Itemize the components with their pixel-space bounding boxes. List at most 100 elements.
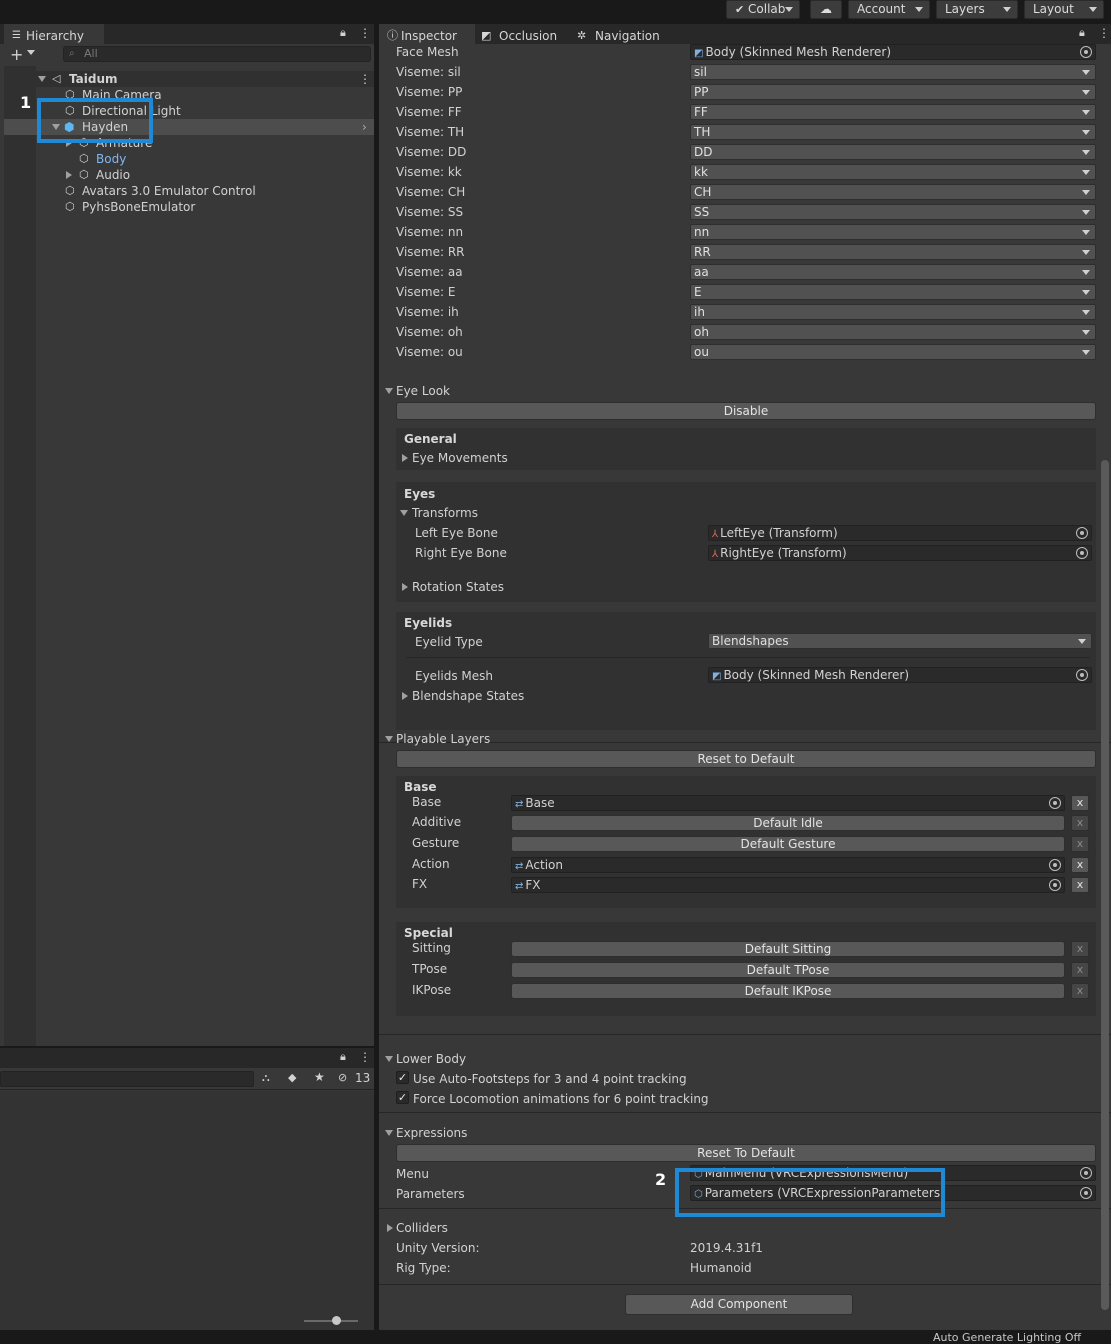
force-locomotion-checkbox[interactable]: ✓: [396, 1091, 409, 1104]
layer-controller-field[interactable]: ⇄ Base: [511, 795, 1065, 811]
clear-layer-button[interactable]: x: [1071, 795, 1089, 811]
eye-look-header[interactable]: Eye Look: [396, 383, 450, 399]
object-picker-icon[interactable]: [1076, 547, 1088, 559]
viseme-dropdown[interactable]: DD: [690, 144, 1096, 160]
clear-layer-button[interactable]: x: [1071, 941, 1089, 957]
tree-row-scene[interactable]: ◁ Taidum ⋮: [4, 71, 374, 87]
chevron-down-icon[interactable]: [27, 50, 35, 55]
kebab-menu-icon[interactable]: ⋮: [359, 71, 371, 87]
face-mesh-field[interactable]: ◩ Body (Skinned Mesh Renderer): [690, 44, 1096, 60]
fold-arrow-icon[interactable]: [402, 583, 408, 591]
tree-row-audio[interactable]: ⬡ Audio: [4, 167, 374, 183]
viseme-dropdown[interactable]: oh: [690, 324, 1096, 340]
fold-arrow-icon[interactable]: [38, 76, 46, 82]
inspector-scrollbar[interactable]: [1101, 460, 1109, 1310]
object-picker-icon[interactable]: [1080, 1187, 1092, 1199]
tab-hierarchy[interactable]: ☰ Hierarchy: [4, 24, 104, 44]
reset-to-default-button[interactable]: Reset to Default: [396, 750, 1096, 768]
lock-icon[interactable]: 🔒︎: [340, 26, 346, 40]
eye-movements-foldout[interactable]: Eye Movements: [412, 450, 508, 466]
fold-arrow-icon[interactable]: [385, 1056, 393, 1062]
playable-layers-header[interactable]: Playable Layers: [396, 731, 490, 747]
object-picker-icon[interactable]: [1076, 527, 1088, 539]
object-picker-icon[interactable]: [1049, 859, 1061, 871]
object-picker-icon[interactable]: [1049, 879, 1061, 891]
colliders-foldout[interactable]: Colliders: [396, 1220, 448, 1236]
blendshape-states-foldout[interactable]: Blendshape States: [412, 688, 524, 704]
star-icon[interactable]: ★: [314, 1070, 325, 1084]
lower-body-header[interactable]: Lower Body: [396, 1051, 466, 1067]
viseme-dropdown[interactable]: RR: [690, 244, 1096, 260]
layer-controller-field[interactable]: ⇄ Action: [511, 857, 1065, 873]
layer-default-button[interactable]: Default Sitting: [511, 941, 1065, 957]
plus-icon[interactable]: +: [10, 45, 23, 64]
tree-row-physbone-emulator[interactable]: ⬡ PyhsBoneEmulator: [4, 199, 374, 215]
clear-layer-button[interactable]: x: [1071, 983, 1089, 999]
lock-icon[interactable]: 🔒︎: [1079, 26, 1085, 40]
chevron-right-icon[interactable]: ›: [362, 119, 367, 135]
project-search-input[interactable]: [0, 1071, 254, 1087]
auto-footsteps-checkbox[interactable]: ✓: [396, 1071, 409, 1084]
object-picker-icon[interactable]: [1076, 669, 1088, 681]
add-component-button[interactable]: Add Component: [625, 1294, 853, 1315]
fold-arrow-icon[interactable]: [385, 1130, 393, 1136]
left-eye-field[interactable]: ⅄ LeftEye (Transform): [708, 525, 1092, 541]
cloud-button[interactable]: ☁: [810, 0, 842, 19]
label-tag-icon[interactable]: ◆: [288, 1071, 296, 1084]
fold-arrow-icon[interactable]: [385, 736, 393, 742]
viseme-dropdown[interactable]: E: [690, 284, 1096, 300]
layer-controller-field[interactable]: ⇄ FX: [511, 877, 1065, 893]
tab-inspector[interactable]: ⓘ Inspector: [379, 24, 475, 44]
tree-row-body[interactable]: ⬡ Body: [4, 151, 374, 167]
viseme-dropdown[interactable]: ih: [690, 304, 1096, 320]
kebab-menu-icon[interactable]: ⋮: [359, 26, 371, 40]
account-button[interactable]: Account: [848, 0, 930, 19]
eyelid-type-dropdown[interactable]: Blendshapes: [708, 633, 1092, 649]
layers-button[interactable]: Layers: [936, 0, 1018, 19]
collab-button[interactable]: ✔ Collab: [726, 0, 800, 19]
expressions-header[interactable]: Expressions: [396, 1125, 467, 1141]
layout-button[interactable]: Layout: [1024, 0, 1104, 19]
clear-layer-button[interactable]: x: [1071, 962, 1089, 978]
tree-row-emulator-control[interactable]: ⬡ Avatars 3.0 Emulator Control: [4, 183, 374, 199]
layer-default-button[interactable]: Default TPose: [511, 962, 1065, 978]
tab-occlusion[interactable]: ◩ Occlusion: [477, 24, 569, 44]
fold-arrow-icon[interactable]: [402, 692, 408, 700]
rotation-states-foldout[interactable]: Rotation States: [412, 579, 504, 595]
right-eye-field[interactable]: ⅄ RightEye (Transform): [708, 545, 1092, 561]
fold-arrow-icon[interactable]: [66, 171, 72, 179]
hierarchy-search-input[interactable]: ⌕ All: [63, 46, 371, 62]
transforms-foldout[interactable]: Transforms: [412, 505, 478, 521]
viseme-dropdown[interactable]: SS: [690, 204, 1096, 220]
lock-icon[interactable]: 🔒︎: [340, 1050, 346, 1064]
viseme-dropdown[interactable]: aa: [690, 264, 1096, 280]
filter-type-icon[interactable]: ⛬: [262, 1071, 270, 1085]
kebab-menu-icon[interactable]: ⋮: [1098, 26, 1110, 40]
fold-arrow-icon[interactable]: [387, 1224, 393, 1232]
viseme-dropdown[interactable]: PP: [690, 84, 1096, 100]
object-picker-icon[interactable]: [1049, 797, 1061, 809]
viseme-dropdown[interactable]: sil: [690, 64, 1096, 80]
reset-expressions-button[interactable]: Reset To Default: [396, 1144, 1096, 1162]
clear-layer-button[interactable]: x: [1071, 815, 1089, 831]
fold-arrow-icon[interactable]: [402, 454, 408, 462]
viseme-dropdown[interactable]: kk: [690, 164, 1096, 180]
layer-default-button[interactable]: Default Idle: [511, 815, 1065, 831]
object-picker-icon[interactable]: [1080, 1167, 1092, 1179]
fold-arrow-icon[interactable]: [385, 388, 393, 394]
hidden-packages-icon[interactable]: ⊘: [338, 1071, 347, 1084]
tab-navigation[interactable]: ✲ Navigation: [573, 24, 673, 44]
layer-default-button[interactable]: Default IKPose: [511, 983, 1065, 999]
disable-button[interactable]: Disable: [396, 402, 1096, 420]
viseme-dropdown[interactable]: FF: [690, 104, 1096, 120]
zoom-slider-handle[interactable]: [332, 1316, 341, 1325]
viseme-dropdown[interactable]: nn: [690, 224, 1096, 240]
clear-layer-button[interactable]: x: [1071, 877, 1089, 893]
eyelids-mesh-field[interactable]: ◩ Body (Skinned Mesh Renderer): [708, 667, 1092, 683]
kebab-menu-icon[interactable]: ⋮: [359, 1050, 371, 1064]
zoom-slider[interactable]: [304, 1316, 358, 1325]
layer-default-button[interactable]: Default Gesture: [511, 836, 1065, 852]
object-picker-icon[interactable]: [1080, 46, 1092, 58]
clear-layer-button[interactable]: x: [1071, 836, 1089, 852]
clear-layer-button[interactable]: x: [1071, 857, 1089, 873]
